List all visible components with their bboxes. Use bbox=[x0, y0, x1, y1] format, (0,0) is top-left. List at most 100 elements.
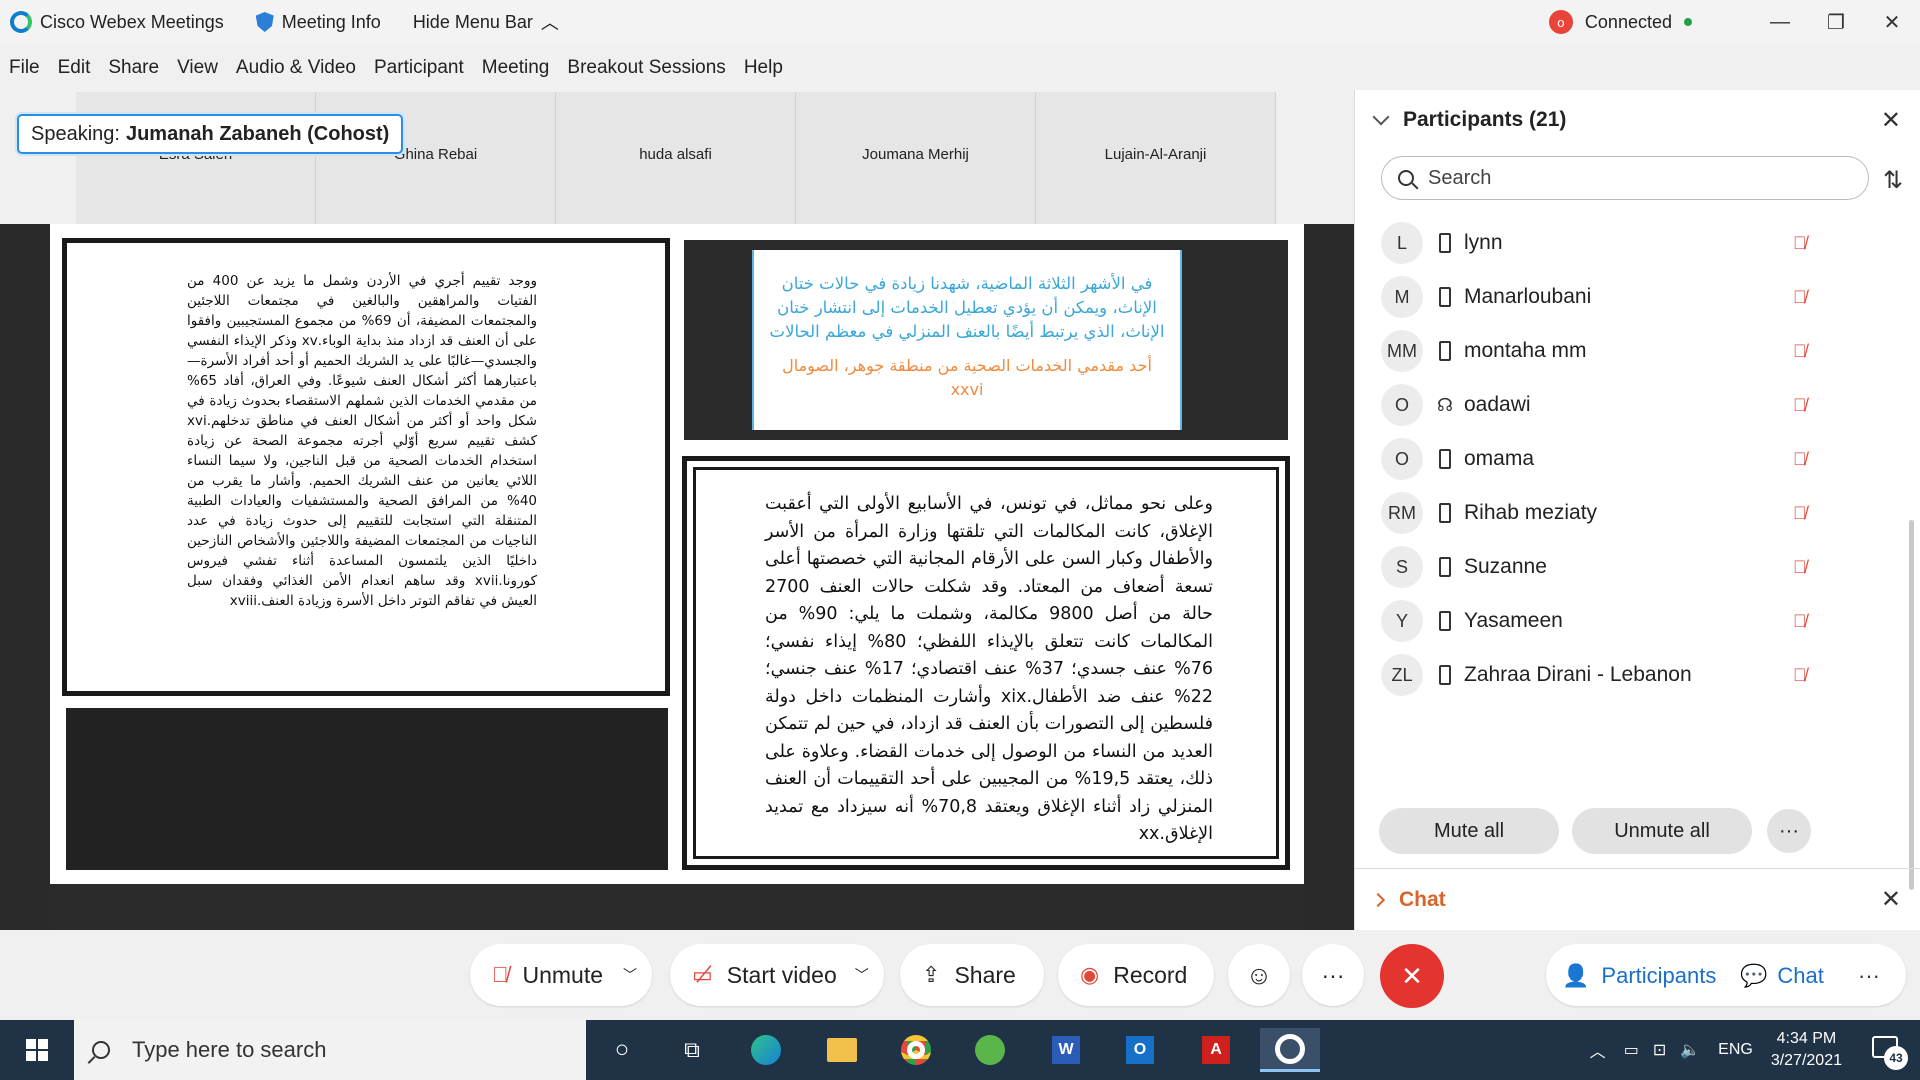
chevron-down-icon[interactable]: ﹀ bbox=[623, 965, 637, 985]
avatar: L bbox=[1381, 222, 1423, 264]
participants-header[interactable]: Participants (21) ✕ bbox=[1355, 90, 1920, 150]
muted-mic-icon[interactable]: 🎙̸ bbox=[1793, 395, 1807, 416]
sort-icon[interactable]: ⇅ bbox=[1883, 166, 1903, 195]
menu-help[interactable]: Help bbox=[744, 57, 783, 79]
more-controls-button[interactable]: ··· bbox=[1302, 944, 1364, 1006]
quote-text: في الأشهر الثلاثة الماضية، شهدنا زيادة ف… bbox=[769, 274, 1165, 341]
participant-name: oadawi bbox=[1464, 393, 1531, 416]
webex-logo-icon bbox=[10, 11, 32, 33]
video-tile[interactable]: Esra Salen bbox=[76, 92, 316, 224]
menu-meeting[interactable]: Meeting bbox=[482, 57, 550, 79]
system-tray: ︿ ▭ ⊡ 🔈 ENG 4:34 PM 3/27/2021 43 bbox=[1590, 1020, 1920, 1080]
phone-icon bbox=[1439, 503, 1451, 523]
start-video-button[interactable]: ▭̸ Start video ﹀ bbox=[670, 944, 884, 1006]
avatar: ZL bbox=[1381, 654, 1423, 696]
hide-menu-bar-button[interactable]: Hide Menu Bar ︿ bbox=[413, 9, 559, 35]
avatar: Y bbox=[1381, 600, 1423, 642]
muted-mic-icon[interactable]: 🎙̸ bbox=[1793, 665, 1807, 686]
participant-row[interactable]: ZL Zahraa Dirani - Lebanon 🎙̸ bbox=[1355, 642, 1920, 708]
muted-mic-icon: 🎙̸ bbox=[492, 962, 509, 987]
word-icon[interactable]: W bbox=[1036, 1028, 1096, 1072]
phone-icon bbox=[1439, 233, 1451, 253]
menu-breakout-sessions[interactable]: Breakout Sessions bbox=[567, 57, 725, 79]
more-options-button[interactable]: ··· bbox=[1767, 809, 1811, 853]
quote-box: في الأشهر الثلاثة الماضية، شهدنا زيادة ف… bbox=[684, 240, 1288, 440]
video-tile[interactable]: huda alsafi bbox=[556, 92, 796, 224]
participant-search-input[interactable]: Search bbox=[1381, 156, 1869, 200]
participants-toggle-button[interactable]: 👤 Participants bbox=[1562, 956, 1716, 996]
avatar: RM bbox=[1381, 492, 1423, 534]
restore-button[interactable]: ❐ bbox=[1808, 0, 1864, 44]
more-panels-button[interactable]: ··· bbox=[1858, 956, 1880, 996]
more-label: ··· bbox=[1321, 961, 1345, 988]
muted-mic-icon[interactable]: 🎙̸ bbox=[1793, 449, 1807, 470]
muted-mic-icon[interactable]: 🎙̸ bbox=[1793, 287, 1807, 308]
document-panel-right: وعلى نحو مماثل، في تونس، في الأسابيع الأ… bbox=[682, 456, 1290, 870]
close-participants-icon[interactable]: ✕ bbox=[1881, 106, 1901, 135]
phone-icon bbox=[1439, 611, 1451, 631]
title-bar: Cisco Webex Meetings Meeting Info Hide M… bbox=[0, 0, 1920, 44]
muted-mic-icon[interactable]: 🎙̸ bbox=[1793, 233, 1807, 254]
muted-mic-icon[interactable]: 🎙̸ bbox=[1793, 341, 1807, 362]
chat-toggle-button[interactable]: 💬 Chat bbox=[1740, 956, 1824, 996]
battery-icon[interactable]: ▭ bbox=[1624, 1040, 1639, 1060]
video-tile[interactable]: Lujain-Al-Aranji bbox=[1036, 92, 1276, 224]
video-tile[interactable]: Ghina Rebai bbox=[316, 92, 556, 224]
chat-section-header[interactable]: Chat ✕ bbox=[1355, 868, 1920, 930]
acrobat-icon[interactable]: A bbox=[1186, 1028, 1246, 1072]
muted-mic-icon[interactable]: 🎙̸ bbox=[1793, 611, 1807, 632]
minimize-button[interactable]: — bbox=[1752, 0, 1808, 44]
menu-view[interactable]: View bbox=[177, 57, 218, 79]
chrome-icon[interactable] bbox=[886, 1028, 946, 1072]
mute-all-button[interactable]: Mute all bbox=[1379, 808, 1559, 854]
notifications-button[interactable]: 43 bbox=[1866, 1030, 1908, 1070]
menu-share[interactable]: Share bbox=[108, 57, 159, 79]
end-meeting-button[interactable]: ✕ bbox=[1380, 944, 1444, 1008]
unmute-label: Unmute bbox=[522, 961, 604, 988]
menu-edit[interactable]: Edit bbox=[58, 57, 91, 79]
muted-mic-icon[interactable]: 🎙̸ bbox=[1793, 557, 1807, 578]
edge-icon[interactable] bbox=[736, 1028, 796, 1072]
video-tile[interactable]: Joumana Merhij bbox=[796, 92, 1036, 224]
cortana-icon[interactable]: ○ bbox=[592, 1028, 652, 1072]
unmute-all-button[interactable]: Unmute all bbox=[1572, 808, 1752, 854]
record-button[interactable]: ◉ Record bbox=[1058, 944, 1214, 1006]
close-icon: ✕ bbox=[1401, 960, 1423, 991]
search-icon bbox=[1398, 170, 1414, 186]
share-button[interactable]: ⇪ Share bbox=[900, 944, 1044, 1006]
close-chat-icon[interactable]: ✕ bbox=[1881, 885, 1901, 914]
outlook-icon[interactable]: O bbox=[1110, 1028, 1170, 1072]
unmute-button[interactable]: 🎙̸ Unmute ﹀ bbox=[470, 944, 652, 1006]
right-panel-text: وعلى نحو مماثل، في تونس، في الأسابيع الأ… bbox=[765, 494, 1214, 844]
chevron-down-icon[interactable] bbox=[1372, 108, 1390, 126]
chevron-down-icon[interactable]: ﹀ bbox=[855, 965, 869, 985]
language-indicator[interactable]: ENG bbox=[1718, 1041, 1753, 1059]
participant-name: Rihab meziaty bbox=[1464, 501, 1598, 524]
taskbar-search-input[interactable]: Type here to search bbox=[74, 1020, 586, 1080]
maps-app-icon[interactable] bbox=[960, 1028, 1020, 1072]
menu-file[interactable]: File bbox=[9, 57, 40, 79]
app-title: Cisco Webex Meetings bbox=[10, 11, 224, 33]
meeting-info-button[interactable]: Meeting Info bbox=[255, 12, 381, 33]
participant-name: Zahraa Dirani - Lebanon bbox=[1464, 663, 1692, 686]
muted-mic-icon[interactable]: 🎙̸ bbox=[1793, 503, 1807, 524]
webex-taskbar-icon[interactable] bbox=[1260, 1028, 1320, 1072]
chevron-up-icon[interactable]: ︿ bbox=[1590, 1038, 1606, 1062]
participant-name: montaha mm bbox=[1464, 339, 1587, 362]
participant-list-scrollbar[interactable] bbox=[1909, 520, 1914, 890]
task-view-icon[interactable]: ⧉ bbox=[662, 1028, 722, 1072]
phone-icon bbox=[1439, 449, 1451, 469]
network-icon[interactable]: ⊡ bbox=[1653, 1040, 1666, 1060]
menu-participant[interactable]: Participant bbox=[374, 57, 464, 79]
menu-audio-video[interactable]: Audio & Video bbox=[236, 57, 356, 79]
close-window-button[interactable]: ✕ bbox=[1864, 0, 1920, 44]
start-button[interactable] bbox=[0, 1020, 74, 1080]
avatar: O bbox=[1381, 384, 1423, 426]
clock[interactable]: 4:34 PM 3/27/2021 bbox=[1771, 1028, 1842, 1072]
phone-icon bbox=[1439, 557, 1451, 577]
reactions-button[interactable]: ☺ bbox=[1228, 944, 1290, 1006]
menu-bar: File Edit Share View Audio & Video Parti… bbox=[0, 48, 792, 88]
volume-icon[interactable]: 🔈 bbox=[1680, 1040, 1700, 1060]
file-explorer-icon[interactable] bbox=[812, 1028, 872, 1072]
participant-list: L lynn 🎙̸ M Manarloubani 🎙̸ MM montaha m… bbox=[1355, 210, 1920, 870]
